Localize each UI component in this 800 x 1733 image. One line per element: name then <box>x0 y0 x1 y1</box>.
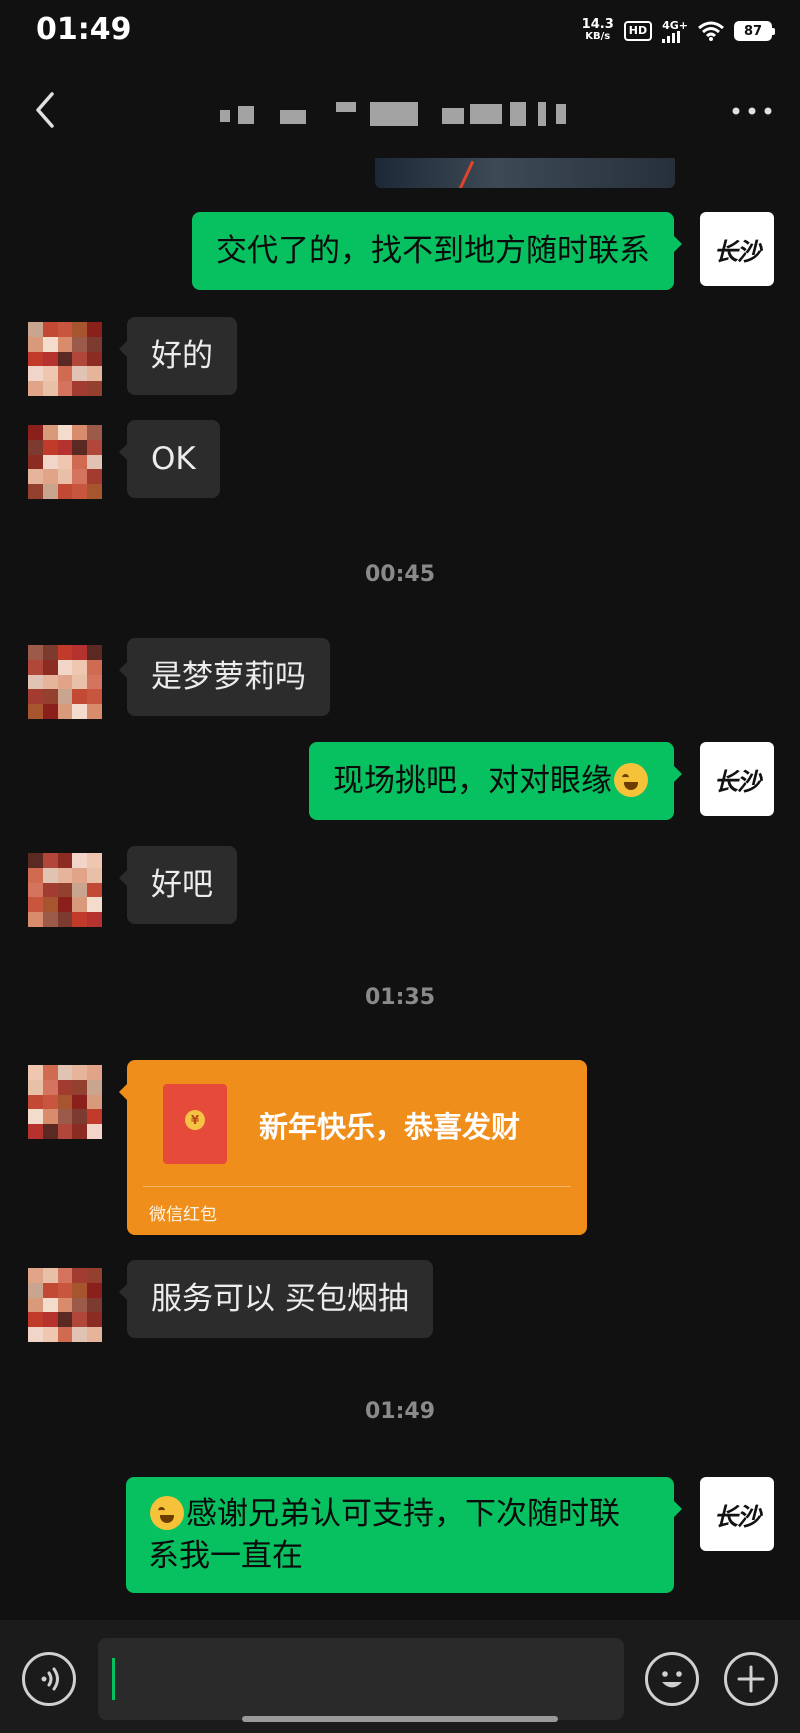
hd-badge: HD <box>623 21 653 41</box>
contact-avatar[interactable] <box>28 1065 102 1139</box>
home-indicator <box>242 1716 558 1722</box>
previous-image-message[interactable] <box>375 158 675 188</box>
network-speed-unit: KB/s <box>585 31 611 42</box>
contact-avatar[interactable] <box>28 322 102 396</box>
text-caret <box>112 1658 115 1700</box>
voice-button[interactable] <box>22 1652 76 1706</box>
more-button[interactable] <box>730 102 774 120</box>
message-input[interactable] <box>98 1638 624 1720</box>
red-envelope-coin: ¥ <box>185 1110 205 1130</box>
message-text: 好吧 <box>151 867 213 903</box>
message-text: 好的 <box>151 338 213 374</box>
contact-avatar[interactable] <box>28 645 102 719</box>
message-text: 现场挑吧，对对眼缘 <box>333 763 612 799</box>
message-bubble-outgoing[interactable]: 现场挑吧，对对眼缘 <box>309 742 682 820</box>
battery-level: 87 <box>743 23 763 39</box>
network-speed: 14.3 KB/s <box>581 17 614 43</box>
self-avatar-text: 长沙 <box>714 766 761 796</box>
message-bubble-incoming[interactable]: 服务可以 买包烟抽 <box>119 1260 433 1338</box>
battery-icon: 87 <box>734 21 775 41</box>
network-type: 4G+ <box>662 18 688 32</box>
back-button[interactable] <box>30 90 60 130</box>
chevron-left-icon <box>36 92 54 128</box>
message-bubble-incoming[interactable]: OK <box>119 420 220 498</box>
self-avatar[interactable]: 长沙 <box>700 1477 774 1551</box>
red-packet-divider <box>143 1186 571 1187</box>
wifi-icon <box>698 21 724 41</box>
message-text-line-1: 感谢兄弟认可支持，下次随时联 <box>186 1496 620 1532</box>
red-packet-label: 微信红包 <box>149 1205 217 1225</box>
emoji-button[interactable] <box>645 1652 699 1706</box>
message-text: OK <box>151 441 196 477</box>
self-avatar-text: 长沙 <box>714 1501 761 1531</box>
message-timestamp: 01:35 <box>364 985 436 1010</box>
more-dots-icon <box>732 107 772 115</box>
message-text: 是梦萝莉吗 <box>151 659 306 695</box>
red-envelope-icon: ¥ <box>163 1084 227 1164</box>
tongue-face-emoji-icon <box>150 1496 184 1530</box>
contact-avatar[interactable] <box>28 853 102 927</box>
voice-icon <box>41 1667 59 1691</box>
message-text: 服务可以 买包烟抽 <box>151 1281 409 1317</box>
chat-title <box>220 102 580 126</box>
contact-avatar[interactable] <box>28 425 102 499</box>
status-time: 01:49 <box>36 12 132 47</box>
message-bubble-incoming[interactable]: 好吧 <box>119 846 237 924</box>
contact-avatar[interactable] <box>28 1268 102 1342</box>
message-text: 交代了的，找不到地方随时联系 <box>216 233 650 269</box>
message-bubble-outgoing[interactable]: 交代了的，找不到地方随时联系 <box>192 212 682 290</box>
message-bubble-incoming[interactable]: 是梦萝莉吗 <box>119 638 330 716</box>
message-text-line-2: 系我一直在 <box>148 1538 303 1574</box>
self-avatar[interactable]: 长沙 <box>700 212 774 286</box>
message-timestamp: 00:45 <box>364 562 436 587</box>
status-icons: 14.3 KB/s HD 4G+ 87 <box>581 16 775 46</box>
message-timestamp: 01:49 <box>364 1399 436 1424</box>
status-bar: 01:49 14.3 KB/s HD 4G+ 87 <box>0 0 800 62</box>
message-bubble-outgoing[interactable]: 感谢兄弟认可支持，下次随时联 系我一直在 <box>126 1477 682 1593</box>
emoji-icon <box>662 1671 682 1688</box>
plus-icon <box>737 1665 765 1693</box>
chat-header <box>0 62 800 162</box>
red-packet-greeting: 新年快乐，恭喜发财 <box>259 1110 521 1144</box>
plus-button[interactable] <box>724 1652 778 1706</box>
self-avatar-text: 长沙 <box>714 236 761 266</box>
network-speed-value: 14.3 <box>581 17 614 32</box>
self-avatar[interactable]: 长沙 <box>700 742 774 816</box>
cellular-signal-icon: 4G+ <box>662 20 688 43</box>
red-packet-message[interactable]: ¥ 新年快乐，恭喜发财 微信红包 <box>119 1060 587 1235</box>
message-bubble-incoming[interactable]: 好的 <box>119 317 237 395</box>
grinning-sweat-emoji-icon <box>614 763 648 797</box>
